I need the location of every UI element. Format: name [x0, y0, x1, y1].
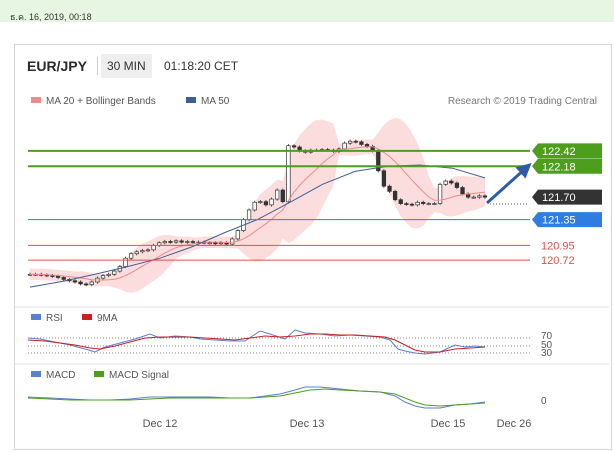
candle — [275, 188, 280, 201]
candle — [392, 189, 398, 202]
candle — [437, 182, 443, 206]
bollinger-band-area — [30, 117, 485, 293]
macd-signal-legend-swatch — [94, 371, 104, 377]
x-tick-dec-15: Dec 15 — [431, 418, 466, 430]
level-label-text: 121.70 — [542, 192, 576, 204]
level-label-text: 121.35 — [542, 215, 576, 227]
credit-text: Research © 2019 Trading Central — [448, 96, 597, 107]
level-label-text: 120.95 — [541, 240, 575, 252]
level-label-120-95: 120.95 — [541, 240, 575, 252]
rsi-legend-label: RSI — [46, 313, 63, 324]
level-label-text: 122.18 — [542, 161, 576, 173]
rsi-9ma-line — [27, 333, 486, 353]
candle — [252, 200, 257, 212]
macd-signal-line — [27, 388, 486, 407]
x-tick-dec-13: Dec 13 — [290, 418, 325, 430]
price-chart: MA 20 + Bollinger Bands MA 50 Research ©… — [15, 96, 609, 430]
macd-zero-label: 0 — [541, 396, 547, 407]
rsi-level-30-label: 30 — [541, 348, 553, 359]
bollinger-bands — [30, 117, 485, 293]
ma50-legend-swatch — [186, 97, 196, 103]
macd-legend-swatch — [31, 371, 41, 377]
candle — [381, 169, 387, 188]
level-label-122-42: 122.42 — [532, 143, 602, 159]
level-label-text: 120.72 — [541, 255, 575, 267]
level-label-122-18: 122.18 — [532, 158, 602, 174]
x-tick-dec-12: Dec 12 — [143, 418, 178, 430]
rsi-legend-swatch — [31, 314, 41, 320]
x-tick-dec-26: Dec 26 — [497, 418, 532, 430]
macd-legend-label: MACD — [46, 370, 75, 381]
candle — [280, 188, 285, 204]
level-label-text: 122.42 — [542, 146, 576, 158]
level-label-120-72: 120.72 — [541, 255, 575, 267]
candle — [269, 197, 274, 207]
rsi-9ma-legend-swatch — [82, 314, 92, 320]
ma20-legend-swatch — [31, 97, 41, 103]
candle — [235, 228, 240, 241]
candle — [286, 144, 291, 204]
level-label-121-35: 121.35 — [532, 212, 602, 228]
macd-signal-legend-label: MACD Signal — [109, 370, 169, 381]
candle — [376, 149, 381, 173]
candle — [460, 185, 465, 196]
scenario-arrow — [485, 162, 532, 205]
rsi-9ma-legend-label: 9MA — [97, 313, 118, 324]
ma50-legend-label: MA 50 — [201, 96, 230, 107]
ma20-legend-label: MA 20 + Bollinger Bands — [46, 96, 156, 107]
level-label-121-70: 121.70 — [532, 189, 602, 205]
